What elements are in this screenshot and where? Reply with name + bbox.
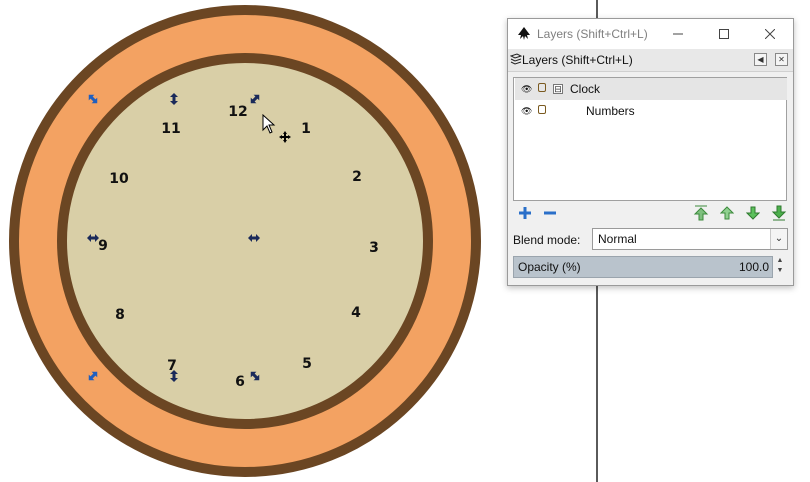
add-layer-icon [519, 207, 531, 219]
remove-layer-button[interactable] [542, 205, 558, 221]
clock-number-12[interactable]: 12 [228, 104, 247, 120]
arrow-left-icon: ◀ [757, 55, 764, 64]
close-button[interactable] [747, 19, 793, 49]
layers-tree[interactable]: 👁 ⊟ Clock 👁 Numbers [513, 77, 787, 201]
collapse-icon[interactable]: ⊟ [553, 84, 563, 94]
raise-icon [720, 206, 734, 220]
spin-down-icon[interactable]: ▼ [775, 266, 785, 276]
lower-to-bottom-button[interactable] [771, 205, 787, 221]
window-titlebar[interactable]: Layers (Shift+Ctrl+L) [508, 19, 793, 49]
layer-name[interactable]: Numbers [586, 104, 635, 118]
opacity-spinner[interactable]: ▲ ▼ [775, 256, 785, 276]
dock-title: Layers (Shift+Ctrl+L) [522, 53, 633, 67]
clock-number-3[interactable]: 3 [369, 240, 379, 256]
unlock-icon[interactable] [538, 105, 546, 114]
dock-close-button[interactable]: ✕ [775, 53, 788, 66]
remove-layer-icon [544, 211, 556, 215]
clock-number-2[interactable]: 2 [352, 169, 362, 185]
minimize-icon [673, 33, 683, 35]
eye-icon[interactable]: 👁 [521, 106, 532, 117]
close-icon: ✕ [778, 55, 785, 64]
raise-to-top-icon [693, 205, 709, 221]
opacity-slider[interactable]: Opacity (%) 100.0 [513, 256, 773, 278]
maximize-icon [719, 29, 729, 39]
opacity-value: 100.0 [738, 260, 769, 274]
layers-toolbar [513, 203, 788, 225]
raise-layer-button[interactable] [719, 205, 735, 221]
eye-icon[interactable]: 👁 [521, 84, 532, 95]
dock-collapse-button[interactable]: ◀ [754, 53, 767, 66]
blend-mode-label: Blend mode: [513, 233, 581, 247]
window-title: Layers (Shift+Ctrl+L) [537, 27, 648, 41]
layers-window: Layers (Shift+Ctrl+L) Layers (Shift+Ctrl… [507, 18, 794, 286]
clock-number-11[interactable]: 11 [161, 121, 180, 137]
raise-to-top-button[interactable] [693, 205, 709, 221]
unlock-icon[interactable] [538, 83, 546, 92]
add-layer-button[interactable] [517, 205, 533, 221]
clock-number-9[interactable]: 9 [98, 238, 108, 254]
blend-mode-value: Normal [598, 232, 637, 246]
maximize-button[interactable] [701, 19, 747, 49]
layer-row-clock[interactable]: 👁 ⊟ Clock [515, 78, 787, 100]
spin-up-icon[interactable]: ▲ [775, 256, 785, 266]
dock-header[interactable]: Layers (Shift+Ctrl+L) ◀ ✕ [508, 49, 793, 72]
mouse-pointer-icon [262, 114, 276, 134]
clock-number-5[interactable]: 5 [302, 356, 312, 372]
clock-number-10[interactable]: 10 [109, 171, 129, 187]
layers-icon [510, 53, 522, 65]
opacity-label: Opacity (%) [518, 260, 581, 274]
minimize-button[interactable] [655, 19, 701, 49]
lower-to-bottom-icon [771, 205, 787, 221]
clock-number-6[interactable]: 6 [235, 374, 245, 390]
lower-layer-button[interactable] [745, 205, 761, 221]
close-icon [765, 29, 775, 39]
clock-number-4[interactable]: 4 [351, 305, 361, 321]
layer-name[interactable]: Clock [570, 82, 600, 96]
clock-number-1[interactable]: 1 [301, 121, 311, 137]
chevron-down-icon[interactable]: ⌄ [770, 229, 787, 249]
clock-number-8[interactable]: 8 [115, 307, 125, 323]
blend-mode-select[interactable]: Normal ⌄ [592, 228, 788, 250]
inkscape-logo-icon [518, 27, 530, 40]
lower-icon [746, 206, 760, 220]
move-cursor-icon [279, 131, 291, 143]
layer-row-numbers[interactable]: 👁 Numbers [515, 100, 787, 122]
